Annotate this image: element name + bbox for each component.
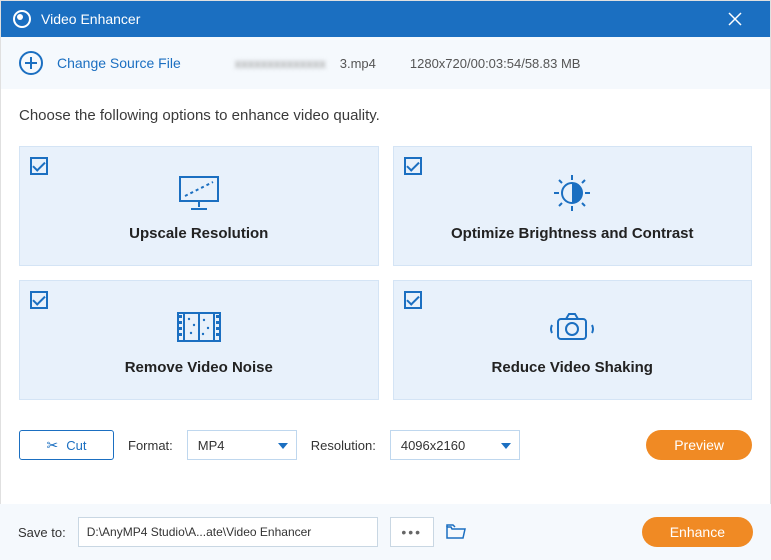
filename-visible: 3.mp4 [340,56,376,71]
cut-label: Cut [66,438,86,453]
instruction-text: Choose the following options to enhance … [19,107,752,124]
save-path-field[interactable]: D:\AnyMP4 Studio\A...ate\Video Enhancer [78,517,378,547]
format-select[interactable]: MP4 [187,430,297,460]
film-noise-icon [174,305,224,349]
file-metadata: 1280x720/00:03:54/58.83 MB [410,56,581,71]
card-label: Upscale Resolution [129,225,268,242]
card-brightness-contrast[interactable]: Optimize Brightness and Contrast [393,146,753,266]
app-logo-icon [13,10,31,28]
change-source-link[interactable]: Change Source File [57,55,181,71]
card-remove-noise[interactable]: Remove Video Noise [19,280,379,400]
preview-button[interactable]: Preview [646,430,752,460]
camera-shake-icon [546,305,598,349]
save-to-label: Save to: [18,525,66,540]
add-icon[interactable] [19,51,43,75]
format-label: Format: [128,438,173,453]
window-title: Video Enhancer [41,11,728,27]
filename-blurred: xxxxxxxxxxxxxx [235,56,326,71]
main-content: Choose the following options to enhance … [1,89,770,510]
checkbox-icon[interactable] [30,157,48,175]
card-label: Optimize Brightness and Contrast [451,225,694,242]
browse-button[interactable]: ••• [390,517,434,547]
card-upscale-resolution[interactable]: Upscale Resolution [19,146,379,266]
resolution-value: 4096x2160 [401,438,465,453]
monitor-upscale-icon [177,171,221,215]
footer-bar: Save to: D:\AnyMP4 Studio\A...ate\Video … [0,504,771,560]
checkbox-icon[interactable] [30,291,48,309]
controls-row: ✂ Cut Format: MP4 Resolution: 4096x2160 … [19,430,752,460]
save-path-text: D:\AnyMP4 Studio\A...ate\Video Enhancer [87,525,312,539]
close-icon [728,12,742,26]
source-bar: Change Source File xxxxxxxxxxxxxx 3.mp4 … [1,37,770,89]
checkbox-icon[interactable] [404,291,422,309]
checkbox-icon[interactable] [404,157,422,175]
card-label: Remove Video Noise [125,359,273,376]
format-value: MP4 [198,438,225,453]
close-button[interactable] [728,12,758,26]
title-bar: Video Enhancer [1,1,770,37]
open-folder-button[interactable] [446,524,466,540]
card-label: Reduce Video Shaking [492,359,653,376]
scissors-icon: ✂ [47,437,59,454]
caret-down-icon [501,443,511,449]
enhance-button[interactable]: Enhance [642,517,753,547]
card-reduce-shaking[interactable]: Reduce Video Shaking [393,280,753,400]
brightness-icon [548,171,596,215]
resolution-select[interactable]: 4096x2160 [390,430,520,460]
ellipsis-icon: ••• [401,524,422,540]
caret-down-icon [278,443,288,449]
folder-icon [446,524,466,540]
resolution-label: Resolution: [311,438,376,453]
cut-button[interactable]: ✂ Cut [19,430,114,460]
option-cards: Upscale Resolution [19,146,752,400]
